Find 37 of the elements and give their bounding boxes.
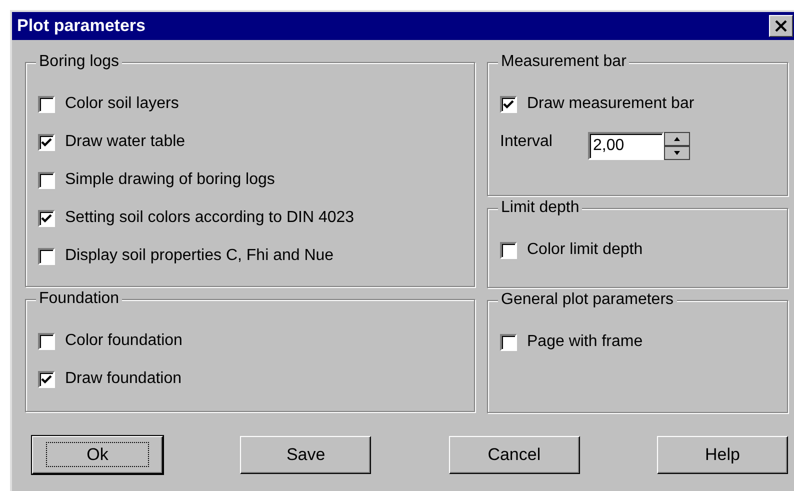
group-title: General plot parameters	[498, 291, 677, 309]
group-title: Limit depth	[498, 199, 582, 217]
window-title: Plot parameters	[17, 15, 146, 38]
checkbox[interactable]	[38, 370, 55, 388]
checkbox-label: Color limit depth	[527, 240, 643, 260]
checkbox[interactable]	[38, 172, 55, 188]
check-icon	[503, 98, 514, 110]
dialog-button[interactable]: Save	[240, 436, 372, 474]
spin-arrows[interactable]	[664, 132, 690, 160]
checkbox-label: Display soil properties C, Fhi and Nue	[65, 246, 334, 266]
checkbox[interactable]	[500, 334, 517, 350]
checkbox[interactable]	[38, 210, 55, 226]
checkbox-label: Setting soil colors according to DIN 4023	[65, 208, 354, 228]
check-icon	[41, 212, 52, 224]
checkbox-label: Draw water table	[65, 132, 186, 152]
checkbox[interactable]	[500, 96, 517, 112]
dialog-button[interactable]: Ok	[32, 436, 163, 474]
dialog-button[interactable]: Help	[656, 436, 788, 474]
field-label: Interval	[500, 132, 554, 152]
checkbox-label: Color foundation	[65, 331, 182, 351]
group-title: Boring logs	[36, 53, 122, 71]
checkbox[interactable]	[38, 134, 55, 150]
check-icon	[41, 136, 52, 148]
checkbox[interactable]	[38, 332, 55, 350]
checkbox-label: Color soil layers	[65, 94, 179, 114]
checkbox-label: Draw foundation	[65, 369, 182, 389]
check-icon	[41, 374, 52, 384]
checkbox-label: Page with frame	[527, 332, 643, 352]
checkbox[interactable]	[38, 96, 55, 112]
checkbox[interactable]	[38, 248, 55, 264]
close-button[interactable]	[769, 15, 793, 37]
checkbox-label: Simple drawing of boring logs	[65, 170, 275, 190]
checkbox-label: Draw measurement bar	[527, 94, 694, 114]
dialog-button[interactable]: Cancel	[448, 436, 580, 474]
number-field[interactable]: 2,00	[588, 132, 664, 160]
checkbox[interactable]	[500, 242, 517, 258]
close-icon	[775, 20, 787, 32]
